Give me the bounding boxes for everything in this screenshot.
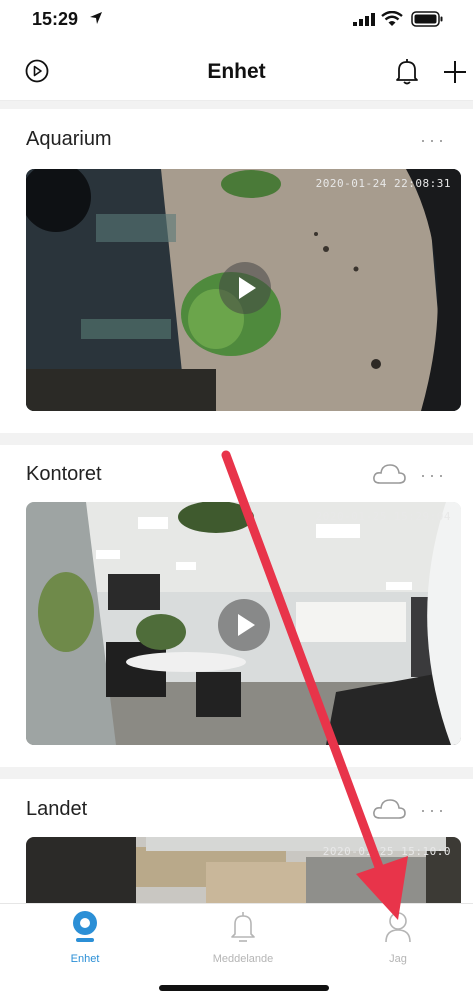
cloud-icon[interactable] [372, 462, 406, 486]
home-indicator [159, 985, 329, 991]
play-button[interactable] [218, 599, 270, 651]
device-icon [73, 911, 97, 942]
status-bar: 15:29 [0, 0, 473, 40]
more-options-button[interactable]: ··· [420, 130, 447, 151]
video-timestamp: 2020-01-25 15:29:04 [315, 510, 451, 523]
device-name-kontoret[interactable]: Kontoret [26, 463, 102, 486]
bell-icon [231, 912, 255, 942]
tab-label: Meddelande [212, 953, 274, 965]
more-options-button[interactable]: ··· [420, 800, 447, 821]
tab-label: Jag [389, 953, 407, 965]
video-timestamp: 2020-01-24 22:08:31 [315, 177, 451, 190]
app-header: Enhet [0, 48, 473, 101]
tab-label: Enhet [70, 953, 100, 965]
video-preview-aquarium[interactable]: 2020-01-24 22:08:31 [26, 169, 461, 411]
tab-jag[interactable]: Jag [348, 910, 448, 965]
cloud-icon[interactable] [372, 797, 406, 821]
wifi-icon [381, 11, 403, 26]
device-name-aquarium[interactable]: Aquarium [26, 128, 112, 151]
battery-icon [411, 11, 443, 27]
section-divider [0, 433, 473, 445]
video-preview-kontoret[interactable]: 2020-01-25 15:29:04 [26, 502, 461, 745]
tab-enhet[interactable]: Enhet [35, 910, 135, 965]
more-options-button[interactable]: ··· [420, 465, 447, 486]
section-divider [0, 767, 473, 779]
play-button[interactable] [219, 262, 271, 314]
user-icon [385, 912, 411, 943]
add-icon[interactable] [443, 60, 467, 84]
tab-meddelande[interactable]: Meddelande [193, 910, 293, 965]
status-time: 15:29 [32, 9, 79, 29]
location-arrow-icon [90, 12, 102, 24]
bell-icon[interactable] [394, 58, 420, 86]
device-name-landet[interactable]: Landet [26, 798, 87, 821]
signal-icon [353, 13, 375, 26]
video-timestamp: 2020-01-25 15:10:0 [322, 845, 451, 858]
video-preview-landet[interactable]: 2020-01-25 15:10:0 [26, 837, 461, 907]
section-divider [0, 101, 473, 109]
